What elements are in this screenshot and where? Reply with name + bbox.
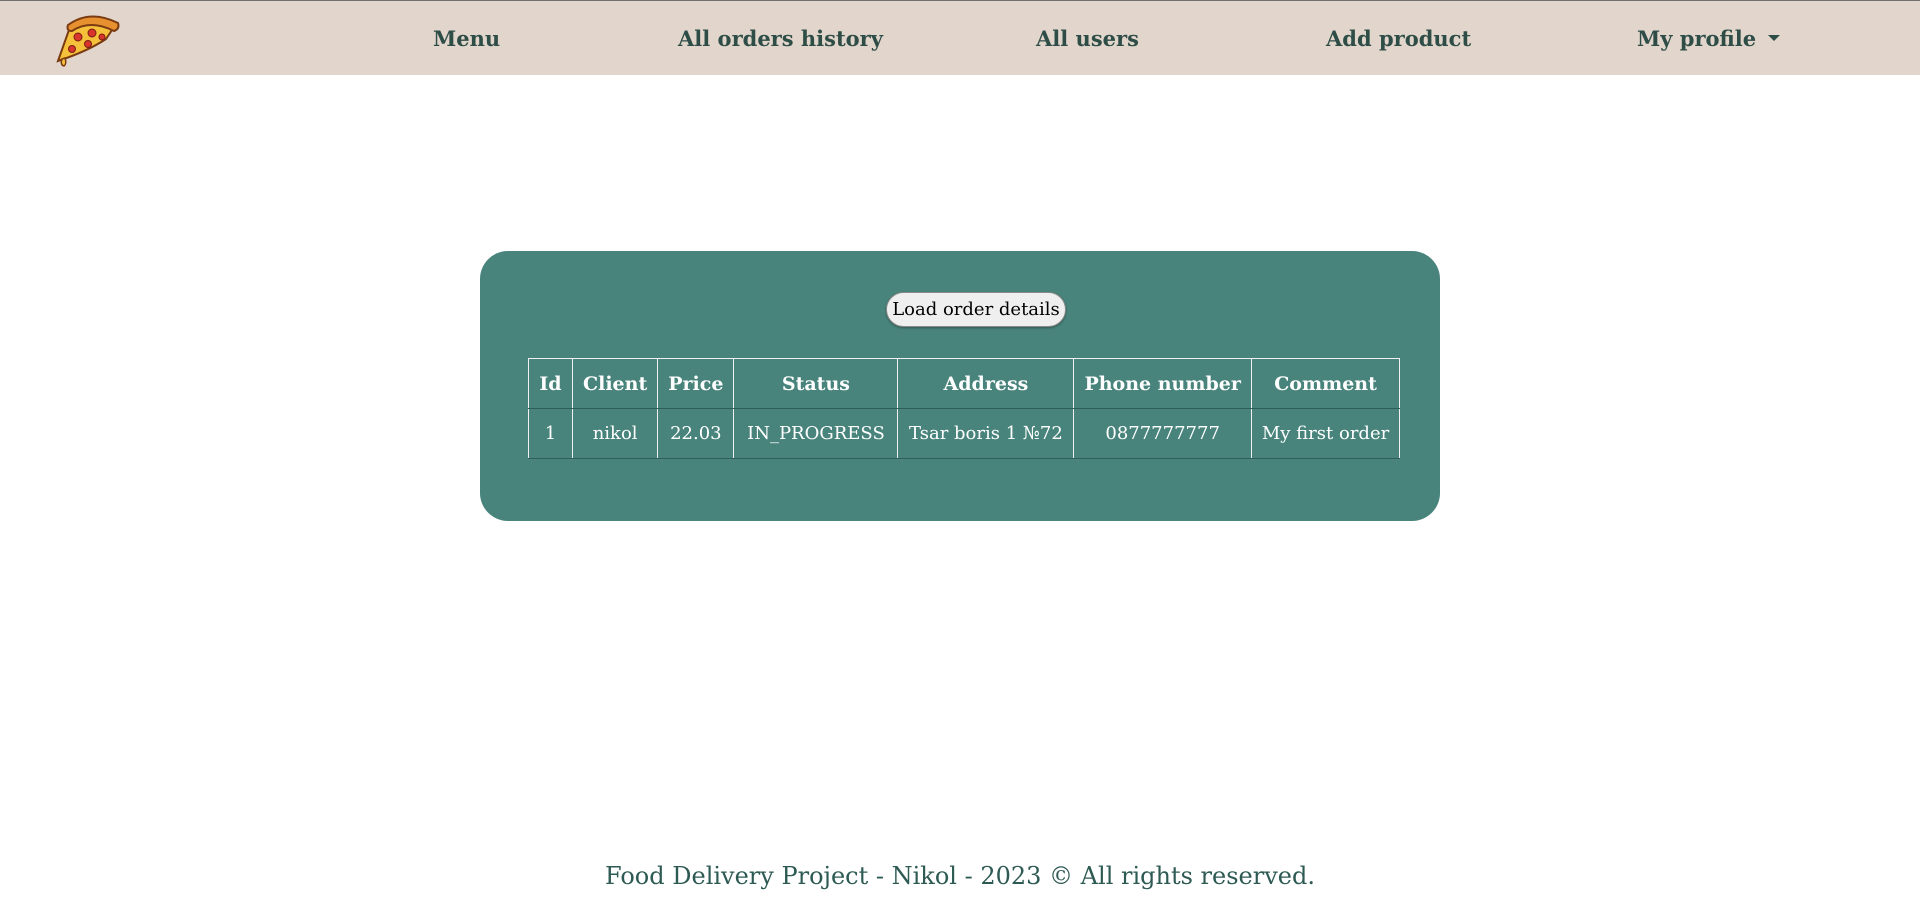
column-header-status: Status: [733, 358, 899, 409]
pizza-slice-icon[interactable]: [48, 9, 124, 71]
nav-add-product[interactable]: Add product: [1326, 1, 1471, 76]
page-footer: Food Delivery Project - Nikol - 2023 © A…: [0, 862, 1920, 890]
cell-comment: My first order: [1250, 408, 1401, 459]
nav-my-profile-dropdown[interactable]: My profile: [1637, 1, 1781, 76]
nav-menu[interactable]: Menu: [433, 1, 500, 76]
cell-price: 22.03: [657, 408, 735, 459]
nav-all-users[interactable]: All users: [1036, 1, 1139, 76]
column-header-price: Price: [657, 358, 735, 409]
nav-all-orders-history[interactable]: All orders history: [678, 1, 883, 76]
footer-copyright-text: Food Delivery Project - Nikol - 2023 © A…: [605, 862, 1315, 890]
table-row: 1 nikol 22.03 IN_PROGRESS Tsar boris 1 №…: [528, 408, 1401, 459]
chevron-down-icon: [1768, 34, 1781, 41]
table-header-row: Id Client Price Status Address Phone num…: [528, 358, 1401, 409]
cell-status: IN_PROGRESS: [733, 408, 899, 459]
cell-address: Tsar boris 1 №72: [897, 408, 1075, 459]
load-order-details-button[interactable]: Load order details: [886, 292, 1066, 327]
column-header-address: Address: [897, 358, 1075, 409]
order-table: Id Client Price Status Address Phone num…: [528, 358, 1401, 459]
cell-client: nikol: [571, 408, 659, 459]
column-header-comment: Comment: [1250, 358, 1401, 409]
cell-phone-number: 0877777777: [1073, 408, 1252, 459]
top-navbar: Menu All orders history All users Add pr…: [0, 0, 1920, 75]
column-header-client: Client: [571, 358, 659, 409]
my-profile-label: My profile: [1637, 26, 1757, 51]
cell-id: 1: [528, 408, 573, 459]
column-header-phone-number: Phone number: [1073, 358, 1252, 409]
column-header-id: Id: [528, 358, 573, 409]
